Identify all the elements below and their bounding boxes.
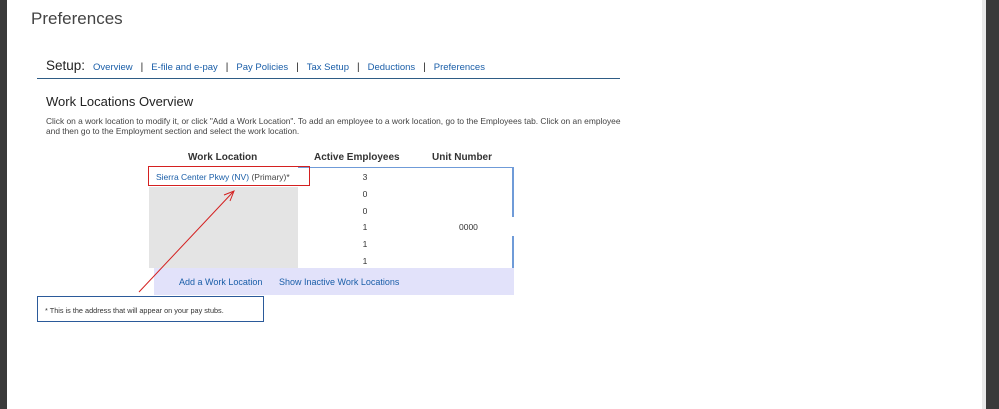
- annotation-arrow: [138, 190, 235, 293]
- annotation-arrow-line: [138, 191, 234, 293]
